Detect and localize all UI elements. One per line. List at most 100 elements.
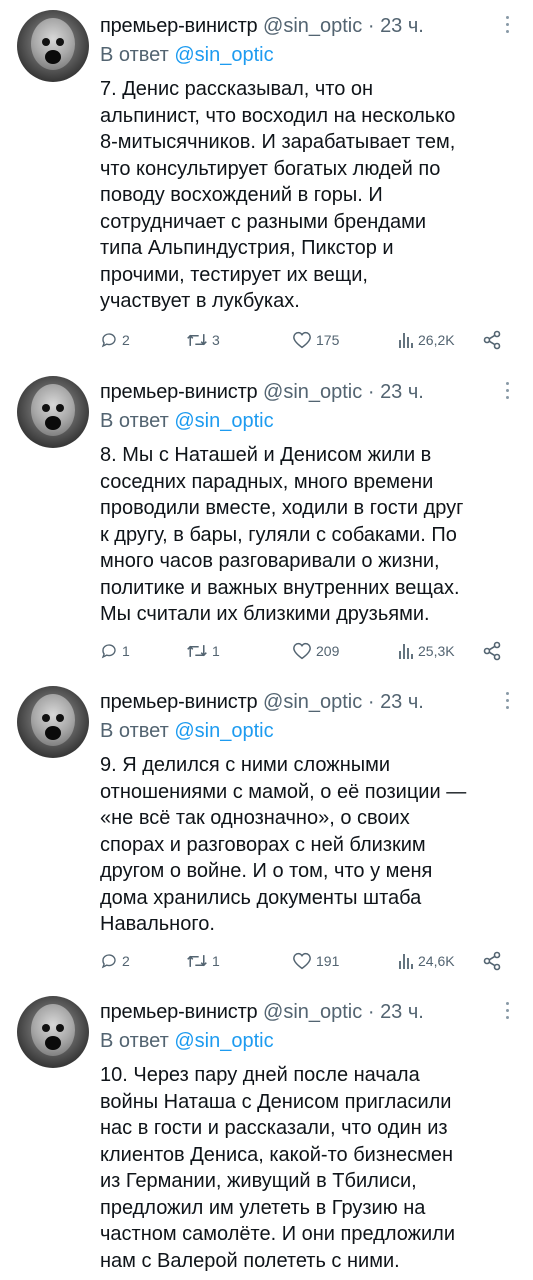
reply-context: В ответ @sin_optic xyxy=(100,718,274,744)
tweet-text-line: 8. Мы с Наташей и Денисом жили в xyxy=(100,444,432,466)
retweet-count: 1 xyxy=(212,643,220,660)
like-button[interactable]: 209 xyxy=(292,638,339,662)
like-icon xyxy=(293,332,311,349)
reply-prefix: В ответ xyxy=(100,44,169,66)
author-handle[interactable]: @sin_optic xyxy=(263,1001,362,1023)
reply-button[interactable]: 1 xyxy=(100,638,130,662)
reply-icon xyxy=(101,954,116,969)
author-name[interactable]: премьер-винистр xyxy=(100,1001,258,1023)
retweet-icon xyxy=(187,645,207,658)
reply-icon xyxy=(101,644,116,659)
retweet-button[interactable]: 3 xyxy=(186,327,220,351)
tweet-text-line: отношениями с мамой, о её позиции — xyxy=(100,780,467,803)
avatar[interactable] xyxy=(17,996,89,1068)
reply-prefix: В ответ xyxy=(100,1030,169,1052)
like-count: 209 xyxy=(316,643,340,660)
reply-context: В ответ @sin_optic xyxy=(100,408,274,434)
tweet-text-line: соседних парадных, много времени xyxy=(100,470,434,493)
reply-context: В ответ @sin_optic xyxy=(100,42,274,68)
like-button[interactable]: 175 xyxy=(292,327,339,351)
share-icon xyxy=(483,951,501,971)
share-button[interactable] xyxy=(482,327,502,351)
like-count: 191 xyxy=(316,953,340,970)
tweet-text-line: сотрудничает с разными брендами xyxy=(100,210,427,233)
tweet-text-line: частном самолёте. И они предложили xyxy=(100,1223,456,1245)
reply-context: В ответ @sin_optic xyxy=(100,1028,274,1054)
tweet-text-line: клиентов Дениса, какой-то бизнесмен xyxy=(100,1143,454,1166)
tweet-text-line: другом о войне. И о том, что у меня xyxy=(100,860,433,882)
more-icon[interactable] xyxy=(500,382,514,404)
timestamp[interactable]: 23 ч. xyxy=(380,15,424,37)
tweet-text-line: 8-митысячников. И зарабатывает тем, xyxy=(100,131,456,153)
like-count: 175 xyxy=(316,332,340,349)
author-name[interactable]: премьер-винистр xyxy=(100,15,258,37)
reply-to-link[interactable]: @sin_optic xyxy=(174,44,273,66)
reply-count: 2 xyxy=(122,953,130,970)
timestamp[interactable]: 23 ч. xyxy=(380,1001,424,1023)
author-name[interactable]: премьер-винистр xyxy=(100,381,258,403)
share-icon xyxy=(483,330,501,350)
views-icon xyxy=(399,644,413,660)
tweet-text-line: нам с Валерой полететь с ними. xyxy=(100,1249,400,1272)
views-button[interactable]: 24,6K xyxy=(398,948,455,972)
more-icon[interactable] xyxy=(500,16,514,38)
separator-dot: · xyxy=(367,1001,375,1023)
tweet-text: 7. Денис рассказывал, что он альпинист, … xyxy=(100,76,520,315)
reply-button[interactable]: 2 xyxy=(100,948,130,972)
like-icon xyxy=(293,643,311,660)
reply-prefix: В ответ xyxy=(100,410,169,432)
views-count: 25,3K xyxy=(418,643,455,660)
reply-count: 2 xyxy=(122,332,130,349)
timestamp[interactable]: 23 ч. xyxy=(380,381,424,403)
avatar[interactable] xyxy=(17,686,89,758)
tweet-text-line: 9. Я делился с ними сложными xyxy=(100,754,391,776)
retweet-count: 3 xyxy=(212,332,220,349)
views-icon xyxy=(399,954,413,970)
views-count: 26,2K xyxy=(418,332,455,349)
separator-dot: · xyxy=(367,15,375,37)
author-handle[interactable]: @sin_optic xyxy=(263,381,362,403)
tweet-text: 10. Через пару дней после начала войны Н… xyxy=(100,1062,520,1274)
like-button[interactable]: 191 xyxy=(292,948,339,972)
reply-to-link[interactable]: @sin_optic xyxy=(174,720,273,742)
action-bar: 2 3 175 26,2K xyxy=(100,327,520,351)
views-count: 24,6K xyxy=(418,953,455,970)
tweet-text: 8. Мы с Наташей и Денисом жили в соседни… xyxy=(100,442,520,628)
retweet-button[interactable]: 1 xyxy=(186,638,220,662)
tweet-text-line: Навального. xyxy=(100,913,215,935)
retweet-icon xyxy=(187,334,207,347)
author-name[interactable]: премьер-винистр xyxy=(100,691,258,713)
more-icon[interactable] xyxy=(500,692,514,714)
separator-dot: · xyxy=(367,381,375,403)
author-handle[interactable]: @sin_optic xyxy=(263,691,362,713)
views-icon xyxy=(399,333,413,349)
tweet-text: 9. Я делился с ними сложными отношениями… xyxy=(100,752,520,938)
avatar[interactable] xyxy=(17,376,89,448)
tweet-text-line: прочими, тестирует их вещи, xyxy=(100,263,368,286)
reply-to-link[interactable]: @sin_optic xyxy=(174,1030,273,1052)
tweet-text-line: проводили вместе, ходили в гости друг xyxy=(100,497,464,519)
reply-to-link[interactable]: @sin_optic xyxy=(174,410,273,432)
reply-icon xyxy=(101,333,116,348)
tweet-text-line: спорах и разговорах с ней близким xyxy=(100,833,426,856)
avatar[interactable] xyxy=(17,10,89,82)
author-handle[interactable]: @sin_optic xyxy=(263,15,362,37)
tweet-text-line: Мы считали их близкими друзьями. xyxy=(100,603,430,625)
reply-prefix: В ответ xyxy=(100,720,169,742)
views-button[interactable]: 25,3K xyxy=(398,638,455,662)
share-button[interactable] xyxy=(482,948,502,972)
retweet-button[interactable]: 1 xyxy=(186,948,220,972)
tweet-text-line: что консультирует богатых людей по xyxy=(100,157,441,180)
tweet-text-line: войны Наташа с Денисом пригласили xyxy=(100,1090,452,1113)
tweet-text-line: типа Альпиндустрия, Пикстор и xyxy=(100,237,394,259)
tweet-text-line: альпинист, что восходил на несколько xyxy=(100,104,456,127)
tweet-text-line: к другу, в бары, гуляли с собаками. По xyxy=(100,523,457,546)
timestamp[interactable]: 23 ч. xyxy=(380,691,424,713)
more-icon[interactable] xyxy=(500,1002,514,1024)
tweet-text-line: участвует в лукбуках. xyxy=(100,290,300,312)
tweet-text-line: «не всё так однозначно», о своих xyxy=(100,807,410,829)
reply-button[interactable]: 2 xyxy=(100,327,130,351)
share-button[interactable] xyxy=(482,638,502,662)
like-icon xyxy=(293,953,311,970)
views-button[interactable]: 26,2K xyxy=(398,327,455,351)
